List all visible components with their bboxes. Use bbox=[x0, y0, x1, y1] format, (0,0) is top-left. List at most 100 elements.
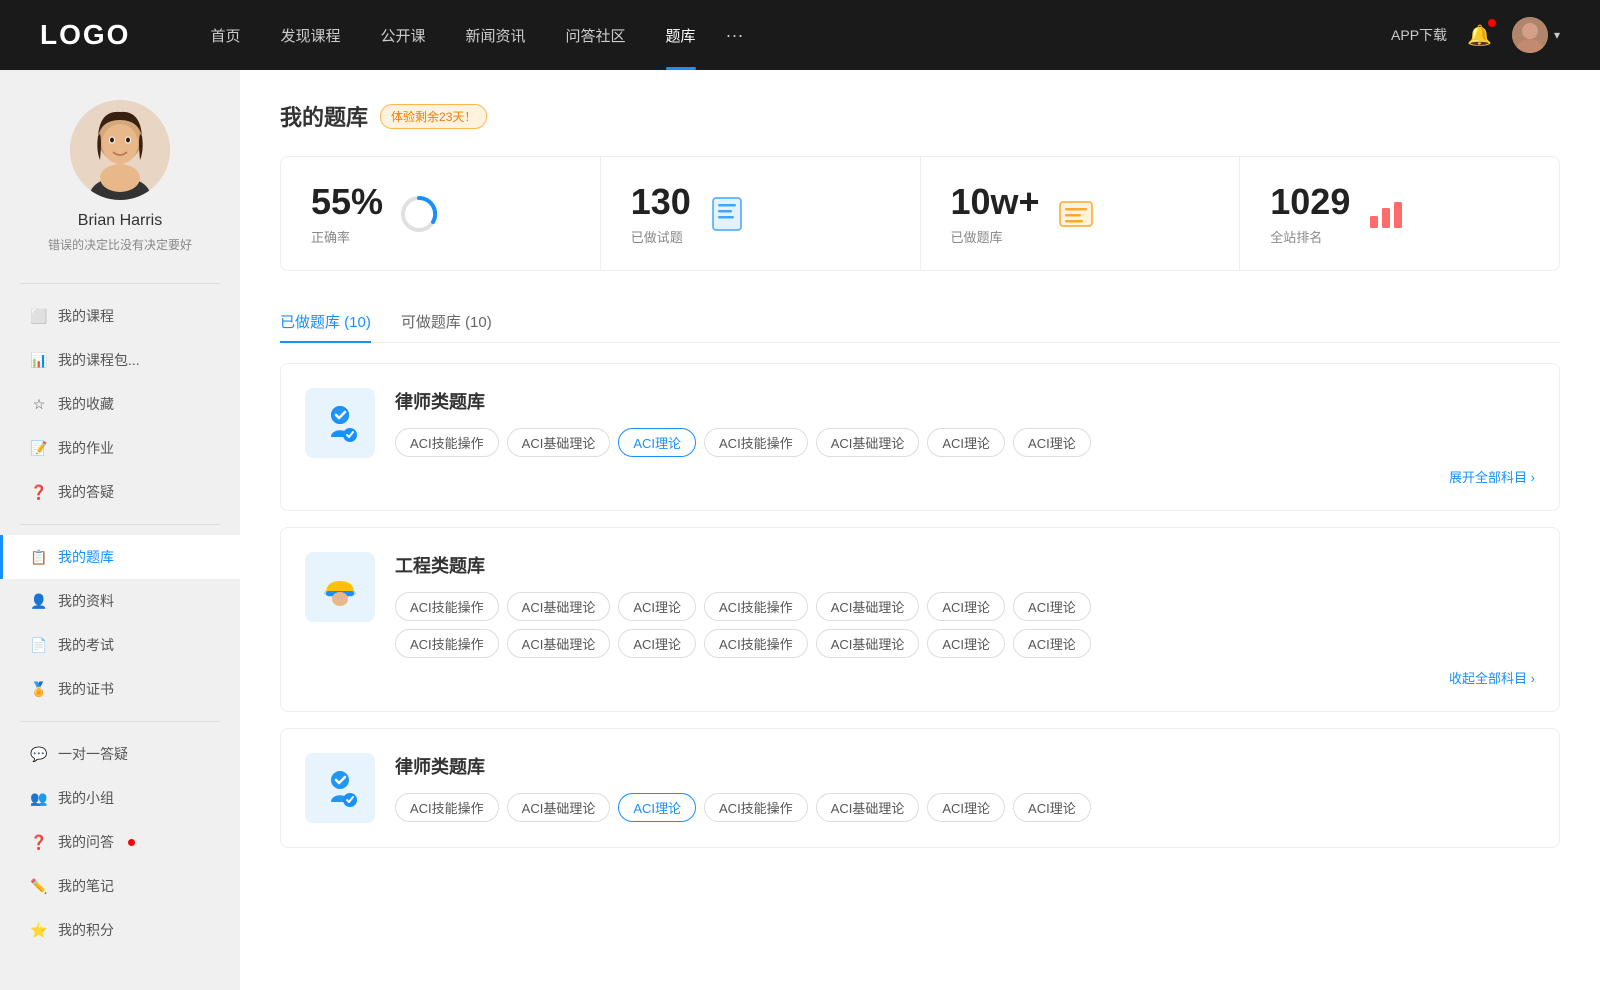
main-content: 我的题库 体验剩余23天！ 55% 正确率 bbox=[240, 70, 1600, 990]
tutoring-icon: 💬 bbox=[30, 746, 48, 763]
course-icon: ⬜ bbox=[30, 308, 48, 325]
nav-home[interactable]: 首页 bbox=[190, 0, 260, 70]
tag-lawyer2-0[interactable]: ACI技能操作 bbox=[395, 793, 499, 822]
tag-eng-r1-3[interactable]: ACI技能操作 bbox=[704, 592, 808, 621]
tag-lawyer1-3[interactable]: ACI技能操作 bbox=[704, 428, 808, 457]
tag-lawyer1-6[interactable]: ACI理论 bbox=[1013, 428, 1091, 457]
sidebar-item-tutoring[interactable]: 💬 一对一答疑 bbox=[0, 732, 240, 776]
points-icon: ⭐ bbox=[30, 922, 48, 939]
tag-eng-r1-2[interactable]: ACI理论 bbox=[618, 592, 696, 621]
sidebar-item-exam[interactable]: 📄 我的考试 bbox=[0, 623, 240, 667]
avatar bbox=[1512, 17, 1548, 53]
app-download-link[interactable]: APP下载 bbox=[1391, 25, 1447, 45]
tag-lawyer1-0[interactable]: ACI技能操作 bbox=[395, 428, 499, 457]
sidebar-item-points[interactable]: ⭐ 我的积分 bbox=[0, 908, 240, 952]
tag-lawyer2-3[interactable]: ACI技能操作 bbox=[704, 793, 808, 822]
main-container: Brian Harris 错误的决定比没有决定要好 ⬜ 我的课程 📊 我的课程包… bbox=[0, 70, 1600, 990]
tag-lawyer1-4[interactable]: ACI基础理论 bbox=[816, 428, 920, 457]
tag-eng-r1-4[interactable]: ACI基础理论 bbox=[816, 592, 920, 621]
tag-eng-r2-3[interactable]: ACI技能操作 bbox=[704, 629, 808, 658]
tag-eng-r2-6[interactable]: ACI理论 bbox=[1013, 629, 1091, 658]
tag-eng-r1-6[interactable]: ACI理论 bbox=[1013, 592, 1091, 621]
main-nav: 首页 发现课程 公开课 新闻资讯 问答社区 题库 ··· bbox=[190, 0, 1391, 70]
tab-available-banks[interactable]: 可做题库 (10) bbox=[401, 301, 492, 342]
stats-row: 55% 正确率 130 已做试题 bbox=[280, 156, 1560, 271]
tag-lawyer2-1[interactable]: ACI基础理论 bbox=[507, 793, 611, 822]
tag-lawyer1-2[interactable]: ACI理论 bbox=[618, 428, 696, 457]
bank-tags-lawyer-2: ACI技能操作 ACI基础理论 ACI理论 ACI技能操作 ACI基础理论 AC… bbox=[395, 793, 1535, 822]
tag-eng-r2-0[interactable]: ACI技能操作 bbox=[395, 629, 499, 658]
tag-lawyer2-4[interactable]: ACI基础理论 bbox=[816, 793, 920, 822]
sidebar-item-coursepack[interactable]: 📊 我的课程包... bbox=[0, 338, 240, 382]
logo[interactable]: LOGO bbox=[40, 19, 130, 51]
trial-badge: 体验剩余23天！ bbox=[380, 104, 487, 129]
stat-correct-rate-label: 正确率 bbox=[311, 227, 383, 246]
nav-qa[interactable]: 问答社区 bbox=[546, 0, 646, 70]
sidebar: Brian Harris 错误的决定比没有决定要好 ⬜ 我的课程 📊 我的课程包… bbox=[0, 70, 240, 990]
bank-tags-engineer-row2: ACI技能操作 ACI基础理论 ACI理论 ACI技能操作 ACI基础理论 AC… bbox=[395, 629, 1535, 658]
bank-card-engineer: 工程类题库 ACI技能操作 ACI基础理论 ACI理论 ACI技能操作 ACI基… bbox=[280, 527, 1560, 712]
content-tabs: 已做题库 (10) 可做题库 (10) bbox=[280, 301, 1560, 343]
tab-done-banks[interactable]: 已做题库 (10) bbox=[280, 301, 371, 342]
tag-eng-r2-2[interactable]: ACI理论 bbox=[618, 629, 696, 658]
bank-name-lawyer-2: 律师类题库 bbox=[395, 753, 1535, 779]
bank-name-lawyer-1: 律师类题库 bbox=[395, 388, 1535, 414]
certificate-icon: 🏅 bbox=[30, 681, 48, 698]
stat-site-rank-label: 全站排名 bbox=[1270, 227, 1350, 246]
profile-avatar bbox=[70, 100, 170, 200]
tag-lawyer2-2[interactable]: ACI理论 bbox=[618, 793, 696, 822]
sidebar-item-homework[interactable]: 📝 我的作业 bbox=[0, 426, 240, 470]
profile-section: Brian Harris 错误的决定比没有决定要好 bbox=[0, 100, 240, 273]
qa-notification-dot bbox=[128, 839, 135, 846]
header-right: APP下载 🔔 ▾ bbox=[1391, 17, 1560, 53]
bank-icon-lawyer-1 bbox=[305, 388, 375, 458]
sidebar-item-myqa[interactable]: ❓ 我的问答 bbox=[0, 820, 240, 864]
nav-news[interactable]: 新闻资讯 bbox=[446, 0, 546, 70]
stat-done-questions-label: 已做试题 bbox=[631, 227, 691, 246]
expand-link-lawyer-1[interactable]: 展开全部科目 › bbox=[395, 467, 1535, 486]
sidebar-item-profile[interactable]: 👤 我的资料 bbox=[0, 579, 240, 623]
tag-eng-r2-5[interactable]: ACI理论 bbox=[927, 629, 1005, 658]
homework-icon: 📝 bbox=[30, 440, 48, 457]
tag-lawyer1-5[interactable]: ACI理论 bbox=[927, 428, 1005, 457]
bank-icon-lawyer-2 bbox=[305, 753, 375, 823]
tag-lawyer1-1[interactable]: ACI基础理论 bbox=[507, 428, 611, 457]
stat-done-banks-value: 10w+ bbox=[951, 181, 1040, 223]
nav-more[interactable]: ··· bbox=[716, 25, 754, 46]
bank-card-lawyer-2: 律师类题库 ACI技能操作 ACI基础理论 ACI理论 ACI技能操作 ACI基… bbox=[280, 728, 1560, 848]
profile-motto: 错误的决定比没有决定要好 bbox=[20, 236, 220, 253]
sidebar-item-groups[interactable]: 👥 我的小组 bbox=[0, 776, 240, 820]
tag-lawyer2-6[interactable]: ACI理论 bbox=[1013, 793, 1091, 822]
tag-eng-r1-1[interactable]: ACI基础理论 bbox=[507, 592, 611, 621]
nav-discover[interactable]: 发现课程 bbox=[260, 0, 360, 70]
sidebar-item-mycourse[interactable]: ⬜ 我的课程 bbox=[0, 294, 240, 338]
sidebar-divider-2 bbox=[20, 524, 220, 525]
tag-eng-r2-4[interactable]: ACI基础理论 bbox=[816, 629, 920, 658]
notification-bell[interactable]: 🔔 bbox=[1467, 23, 1492, 48]
tag-eng-r1-5[interactable]: ACI理论 bbox=[927, 592, 1005, 621]
bank-icon-engineer bbox=[305, 552, 375, 622]
tag-eng-r1-0[interactable]: ACI技能操作 bbox=[395, 592, 499, 621]
nav-opencourse[interactable]: 公开课 bbox=[360, 0, 445, 70]
stat-correct-rate: 55% 正确率 bbox=[281, 157, 601, 270]
sidebar-item-favorites[interactable]: ☆ 我的收藏 bbox=[0, 382, 240, 426]
nav-questionbank[interactable]: 题库 bbox=[646, 0, 716, 70]
tag-eng-r2-1[interactable]: ACI基础理论 bbox=[507, 629, 611, 658]
user-menu-chevron: ▾ bbox=[1554, 28, 1560, 42]
tag-lawyer2-5[interactable]: ACI理论 bbox=[927, 793, 1005, 822]
done-banks-icon bbox=[1056, 194, 1096, 234]
expand-link-engineer[interactable]: 收起全部科目 › bbox=[395, 668, 1535, 687]
sidebar-item-certificate[interactable]: 🏅 我的证书 bbox=[0, 667, 240, 711]
sidebar-item-notes[interactable]: ✏️ 我的笔记 bbox=[0, 864, 240, 908]
sidebar-item-qa[interactable]: ❓ 我的答疑 bbox=[0, 470, 240, 514]
sidebar-divider-3 bbox=[20, 721, 220, 722]
bank-card-lawyer-1: 律师类题库 ACI技能操作 ACI基础理论 ACI理论 ACI技能操作 ACI基… bbox=[280, 363, 1560, 511]
user-avatar-menu[interactable]: ▾ bbox=[1512, 17, 1560, 53]
qa-icon: ❓ bbox=[30, 484, 48, 501]
stat-site-rank-value: 1029 bbox=[1270, 181, 1350, 223]
questionbank-icon: 📋 bbox=[30, 549, 48, 566]
sidebar-item-questionbank[interactable]: 📋 我的题库 bbox=[0, 535, 240, 579]
groups-icon: 👥 bbox=[30, 790, 48, 807]
coursepack-icon: 📊 bbox=[30, 352, 48, 369]
sidebar-divider-1 bbox=[20, 283, 220, 284]
